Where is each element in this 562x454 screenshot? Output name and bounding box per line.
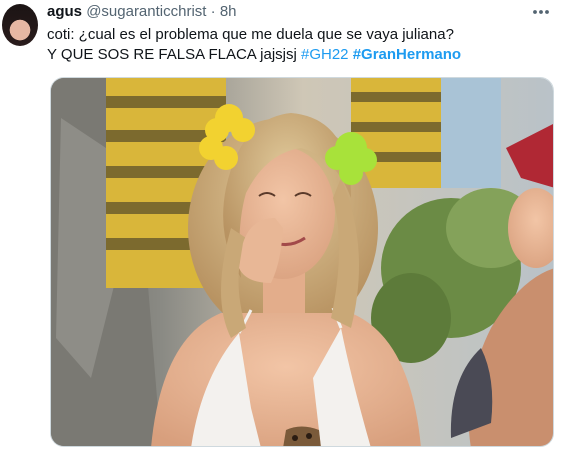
- hashtag-gh22[interactable]: #GH22: [301, 46, 349, 63]
- tweet-header: agus @sugaranticchrist · 8h: [47, 3, 237, 21]
- user-handle[interactable]: @sugaranticchrist: [86, 3, 206, 20]
- photo: [51, 78, 553, 446]
- tweet-text: coti: ¿cual es el problema que me duela …: [47, 25, 552, 65]
- separator-dot: ·: [210, 3, 216, 20]
- hashtag-granhermano[interactable]: #GranHermano: [353, 46, 461, 63]
- tweet-text-line-2: Y QUE SOS RE FALSA FLACA jajsjsj #GH22 #…: [47, 45, 552, 65]
- display-name[interactable]: agus: [47, 3, 82, 20]
- timestamp[interactable]: 8h: [220, 3, 237, 20]
- tweet: agus @sugaranticchrist · 8h coti: ¿cual …: [0, 0, 562, 454]
- tweet-text-line-1: coti: ¿cual es el problema que me duela …: [47, 26, 454, 43]
- tweet-media-photo[interactable]: [50, 77, 554, 447]
- more-dots-icon: [533, 10, 549, 14]
- tweet-text-line-2-body: Y QUE SOS RE FALSA FLACA jajsjsj: [47, 46, 297, 63]
- avatar[interactable]: [2, 4, 38, 46]
- more-options-button[interactable]: [528, 1, 554, 23]
